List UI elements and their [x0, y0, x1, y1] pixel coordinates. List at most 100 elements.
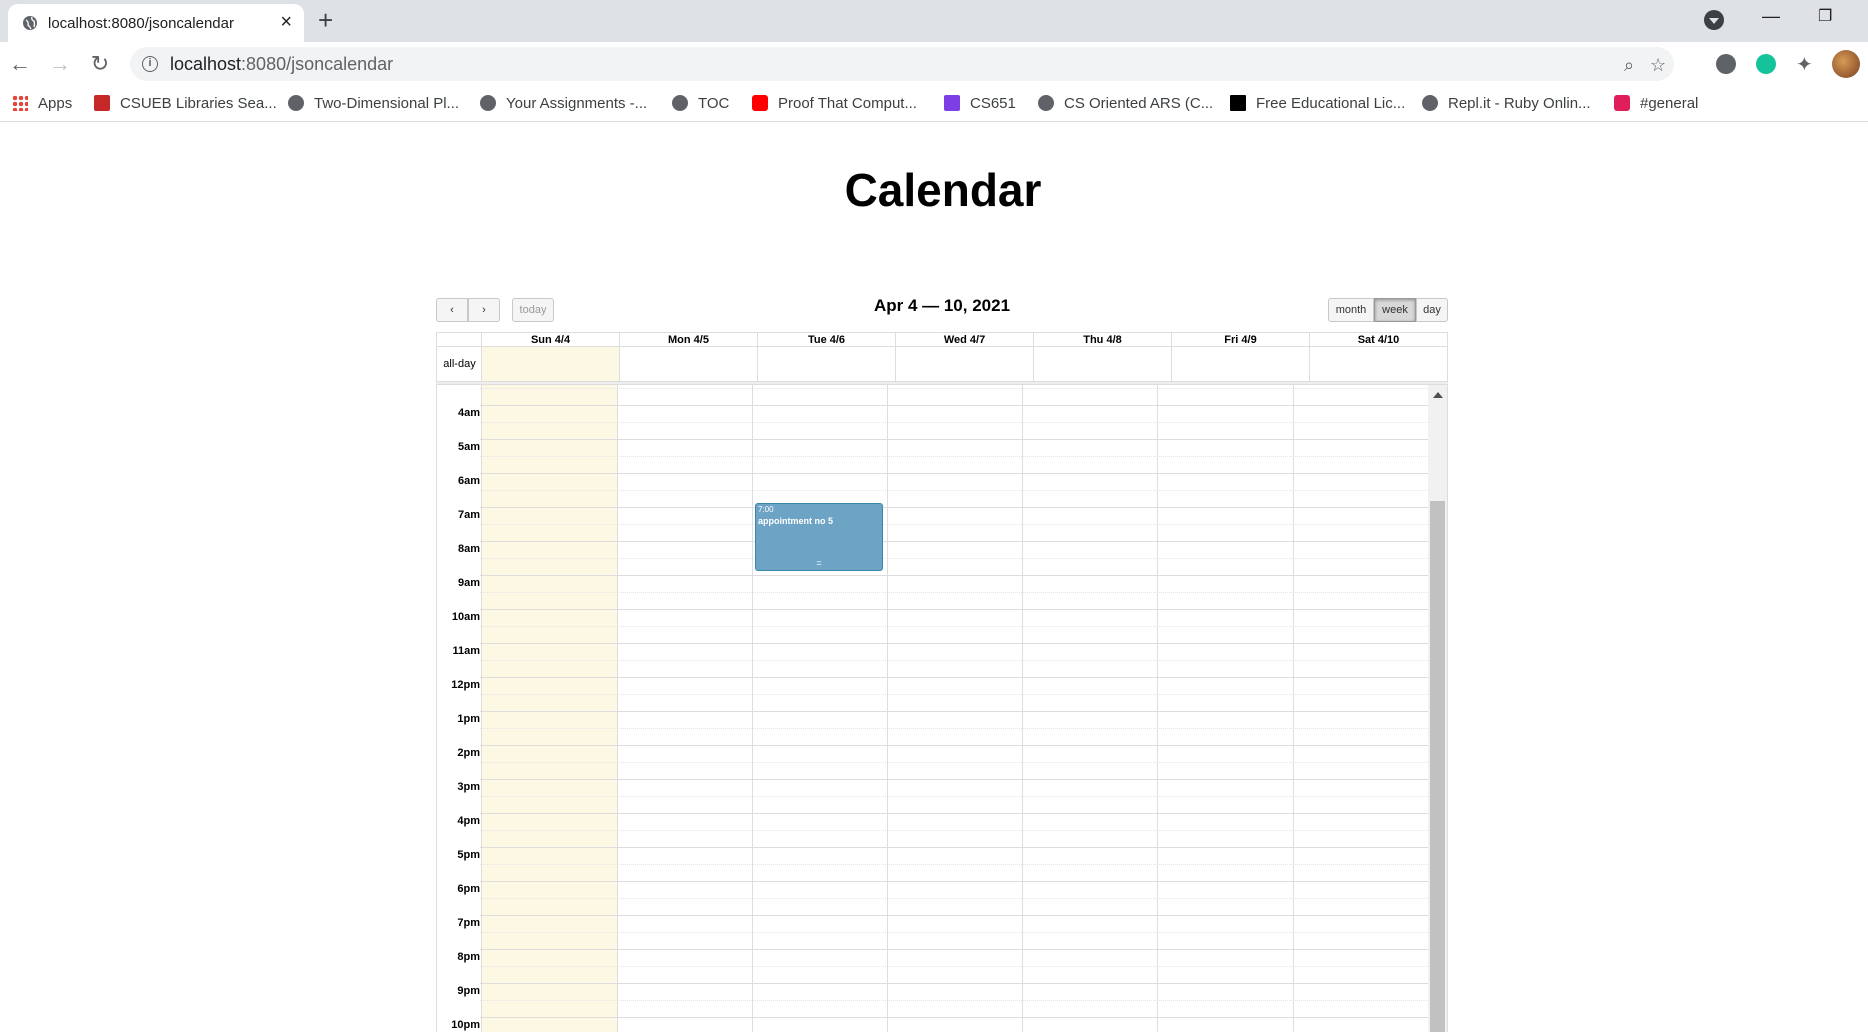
extension-circle-icon[interactable]: [1716, 54, 1736, 74]
scroll-thumb[interactable]: [1430, 501, 1445, 1032]
hour-line: [480, 847, 1428, 848]
calendar-event[interactable]: 7:00 appointment no 5 =: [755, 503, 883, 571]
grammarly-icon[interactable]: [1756, 54, 1776, 74]
minimize-icon[interactable]: —: [1762, 6, 1780, 27]
hour-label: 9am: [457, 577, 480, 589]
bookmarks-bar: Apps CSUEB Libraries Sea... Two-Dimensio…: [0, 86, 1868, 122]
hour-label: 8pm: [457, 951, 480, 963]
hour-line: [480, 813, 1428, 814]
calendar-title: Apr 4 — 10, 2021: [873, 296, 1011, 315]
day-header: Wed 4/7: [895, 333, 1033, 347]
hour-line: [480, 677, 1428, 678]
next-button[interactable]: ›: [468, 298, 500, 322]
half-hour-line: [480, 966, 1428, 967]
bookmark-item[interactable]: Repl.it - Ruby Onlin...: [1422, 95, 1591, 112]
zoom-icon[interactable]: ⌕: [1624, 55, 1634, 76]
hour-label: 8am: [457, 543, 480, 555]
close-tab-icon[interactable]: ×: [280, 12, 292, 32]
hour-line: [480, 983, 1428, 984]
column-divider: [481, 385, 482, 1032]
hour-line: [480, 643, 1428, 644]
browser-tab[interactable]: localhost:8080/jsoncalendar ×: [8, 4, 304, 42]
month-view-button[interactable]: month: [1328, 298, 1374, 322]
bookmark-item[interactable]: Free Educational Lic...: [1230, 95, 1405, 112]
allday-cell[interactable]: [757, 347, 895, 381]
column-divider: [1022, 385, 1023, 1032]
column-divider: [617, 385, 618, 1032]
hour-label: 6am: [457, 475, 480, 487]
reload-icon[interactable]: ↻: [86, 50, 114, 78]
today-column: [482, 385, 617, 1032]
hour-label: 11am: [452, 645, 480, 657]
apps-grid-icon: [12, 95, 28, 111]
half-hour-line: [480, 898, 1428, 899]
back-icon[interactable]: ←: [6, 50, 34, 78]
allday-cell[interactable]: [619, 347, 757, 381]
half-hour-line: [480, 456, 1428, 457]
allday-cell[interactable]: [481, 347, 619, 381]
forward-icon[interactable]: →: [46, 50, 74, 78]
bookmark-star-icon[interactable]: ☆: [1650, 55, 1666, 76]
today-button[interactable]: today: [512, 298, 554, 322]
bookmark-item[interactable]: Your Assignments -...: [480, 95, 647, 112]
globe-icon: [23, 16, 37, 30]
globe-icon: [672, 95, 688, 111]
allday-cell[interactable]: [895, 347, 1033, 381]
url-text: localhost:8080/jsoncalendar: [170, 54, 394, 74]
profile-avatar[interactable]: [1832, 50, 1860, 78]
bookmark-item[interactable]: #general: [1614, 95, 1698, 112]
day-header: Sat 4/10: [1309, 333, 1447, 347]
restore-icon[interactable]: ❐: [1818, 6, 1832, 26]
bookmark-item[interactable]: TOC: [672, 95, 729, 112]
scroll-up-arrow-icon[interactable]: [1433, 392, 1443, 398]
bookmark-item[interactable]: CSUEB Libraries Sea...: [94, 95, 277, 112]
hour-label: 1pm: [457, 713, 480, 725]
half-hour-line: [480, 626, 1428, 627]
slack-icon: [1614, 95, 1630, 111]
csueb-icon: [94, 95, 110, 111]
day-header: Sun 4/4: [481, 333, 619, 347]
allday-cell[interactable]: [1033, 347, 1171, 381]
extensions-puzzle-icon[interactable]: ✦: [1796, 52, 1813, 77]
hour-line: [480, 473, 1428, 474]
column-divider: [1293, 385, 1294, 1032]
bookmark-item[interactable]: CS651: [944, 95, 1016, 112]
time-grid[interactable]: 7:00 appointment no 5 = 4am 5am 6am 7am 8am 9…: [436, 385, 1448, 1032]
half-hour-line: [480, 694, 1428, 695]
allday-cell[interactable]: [1171, 347, 1309, 381]
site-info-icon[interactable]: i: [142, 56, 158, 72]
half-hour-line: [480, 830, 1428, 831]
hour-line: [480, 711, 1428, 712]
bookmark-item[interactable]: Proof That Comput...: [752, 95, 917, 112]
bookmark-item[interactable]: CS Oriented ARS (C...: [1038, 95, 1213, 112]
week-view-button[interactable]: week: [1374, 298, 1416, 322]
half-hour-line: [480, 422, 1428, 423]
allday-row: all-day: [436, 346, 1448, 382]
half-hour-line: [480, 388, 1428, 389]
half-hour-line: [480, 490, 1428, 491]
half-hour-line: [480, 524, 1428, 525]
hour-label: 10am: [451, 611, 480, 623]
allday-cell[interactable]: [1309, 347, 1447, 381]
hour-label: 9pm: [457, 985, 480, 997]
new-tab-button[interactable]: +: [318, 6, 333, 34]
day-view-button[interactable]: day: [1416, 298, 1448, 322]
address-bar[interactable]: i localhost:8080/jsoncalendar ⌕ ☆: [130, 47, 1674, 81]
bookmark-item[interactable]: Two-Dimensional Pl...: [288, 95, 459, 112]
day-header-row: Sun 4/4 Mon 4/5 Tue 4/6 Wed 4/7 Thu 4/8 …: [436, 332, 1448, 347]
day-header: Thu 4/8: [1033, 333, 1171, 347]
time-grid-scrollbar[interactable]: [1428, 385, 1447, 1032]
day-header: Mon 4/5: [619, 333, 757, 347]
event-resize-handle[interactable]: =: [756, 559, 882, 568]
hour-label: 10pm: [451, 1019, 480, 1031]
globe-icon: [288, 95, 304, 111]
prev-button[interactable]: ‹: [436, 298, 468, 322]
bookmark-apps[interactable]: Apps: [12, 95, 72, 112]
hour-label: 5pm: [457, 849, 480, 861]
day-header: Fri 4/9: [1171, 333, 1309, 347]
hour-line: [480, 609, 1428, 610]
page-title: Calendar: [844, 164, 1042, 216]
tab-search-icon[interactable]: [1704, 10, 1724, 30]
allday-label: all-day: [443, 358, 476, 370]
hour-label: 7pm: [457, 917, 480, 929]
